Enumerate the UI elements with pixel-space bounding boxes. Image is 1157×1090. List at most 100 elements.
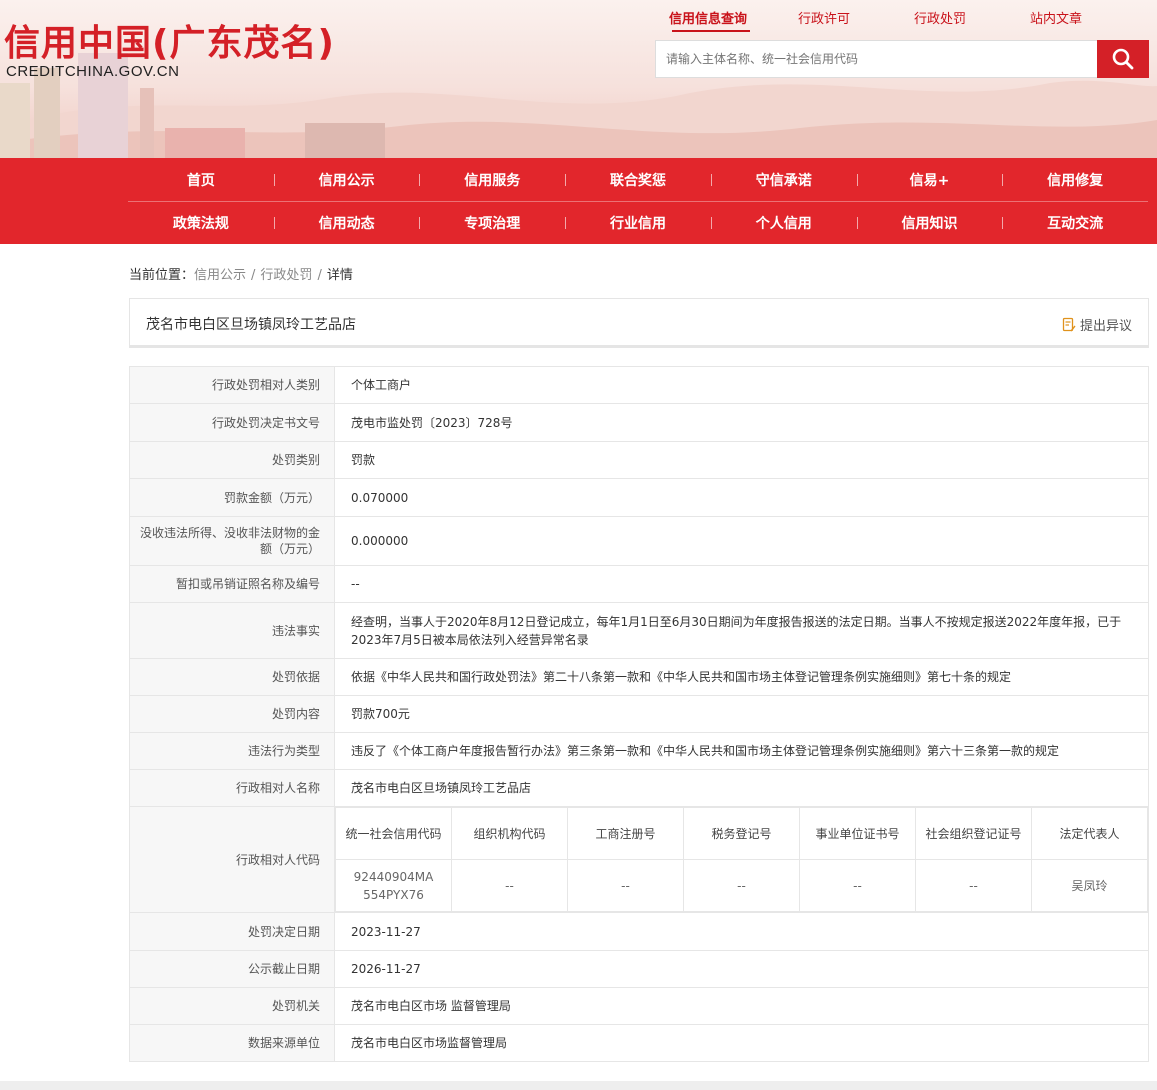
table-row: 数据来源单位 茂名市电白区市场监督管理局	[129, 1024, 1149, 1062]
record-title: 茂名市电白区旦场镇凤玲工艺品店	[146, 317, 356, 333]
field-label: 违法事实	[129, 602, 335, 659]
codes-value-cell: --	[799, 859, 916, 912]
field-value: 0.070000	[334, 478, 1149, 517]
main-nav-row-1: 首页 信用公示 信用服务 联合奖惩 守信承诺 信易+ 信用修复	[128, 158, 1148, 201]
table-row: 处罚机关 茂名市电白区市场 监督管理局	[129, 987, 1149, 1025]
site-logo-domain: CREDITCHINA.GOV.CN	[6, 63, 180, 80]
nav-item-credit-repair[interactable]: 信用修复	[1002, 158, 1148, 201]
top-nav-admin-penalty[interactable]: 行政处罚	[882, 8, 998, 27]
field-value: 2026-11-27	[334, 950, 1149, 988]
top-nav: 信用信息查询 行政许可 行政处罚 站内文章	[650, 8, 1114, 27]
nav-item-credit-publicity[interactable]: 信用公示	[273, 158, 420, 201]
codes-header-cell: 社会组织登记证号	[915, 807, 1032, 860]
breadcrumb-credit-publicity[interactable]: 信用公示	[194, 268, 246, 283]
field-value: 2023-11-27	[334, 912, 1149, 951]
field-value: 茂名市电白区市场 监督管理局	[334, 987, 1149, 1025]
top-nav-credit-query[interactable]: 信用信息查询	[650, 8, 766, 27]
codes-header-row: 统一社会信用代码 组织机构代码 工商注册号 税务登记号 事业单位证书号 社会组织…	[335, 807, 1148, 860]
search-icon	[1112, 48, 1134, 70]
codes-value-cell: --	[683, 859, 800, 912]
field-value: 茂名市电白区市场监督管理局	[334, 1024, 1149, 1062]
objection-icon	[1062, 317, 1076, 332]
field-label: 没收违法所得、没收非法财物的金额（万元）	[129, 516, 335, 566]
nav-item-policy[interactable]: 政策法规	[128, 201, 274, 244]
nav-item-credit-service[interactable]: 信用服务	[419, 158, 565, 201]
header-banner: 信用中国(广东茂名) CREDITCHINA.GOV.CN 信用信息查询 行政许…	[0, 0, 1157, 158]
codes-value-cell: 吴凤玲	[1031, 859, 1148, 912]
table-row: 处罚依据 依据《中华人民共和国行政处罚法》第二十八条第一款和《中华人民共和国市场…	[129, 658, 1149, 696]
top-nav-admin-license[interactable]: 行政许可	[766, 8, 882, 27]
field-label: 公示截止日期	[129, 950, 335, 988]
top-nav-active-indicator	[672, 30, 750, 32]
field-value: 茂名市电白区旦场镇凤玲工艺品店	[334, 769, 1149, 807]
table-row: 行政处罚相对人类别 个体工商户	[129, 366, 1149, 404]
top-nav-site-articles[interactable]: 站内文章	[998, 8, 1114, 27]
main-nav-row-2: 政策法规 信用动态 专项治理 行业信用 个人信用 信用知识 互动交流	[128, 201, 1148, 244]
field-value: --	[334, 565, 1149, 603]
codes-header-cell: 税务登记号	[683, 807, 800, 860]
codes-value-row: 92440904MA554PYX76 -- -- -- -- -- 吴凤玲	[335, 859, 1148, 912]
table-row: 行政相对人名称 茂名市电白区旦场镇凤玲工艺品店	[129, 769, 1149, 807]
codes-header-cell: 统一社会信用代码	[335, 807, 452, 860]
field-value: 经查明，当事人于2020年8月12日登记成立，每年1月1日至6月30日期间为年度…	[334, 602, 1149, 659]
field-value: 0.000000	[334, 516, 1149, 566]
nav-item-special-governance[interactable]: 专项治理	[419, 201, 565, 244]
site-logo-title[interactable]: 信用中国(广东茂名)	[4, 14, 335, 66]
codes-header-cell: 工商注册号	[567, 807, 684, 860]
nav-item-interaction[interactable]: 互动交流	[1002, 201, 1148, 244]
codes-value-cell: --	[567, 859, 684, 912]
field-label: 数据来源单位	[129, 1024, 335, 1062]
field-label: 处罚决定日期	[129, 912, 335, 951]
nav-item-xinyi-plus[interactable]: 信易+	[856, 158, 1003, 201]
nav-item-credit-news[interactable]: 信用动态	[273, 201, 420, 244]
raise-objection-label: 提出异议	[1079, 319, 1132, 334]
breadcrumb: 当前位置：信用公示 / 行政处罚 / 详情	[129, 264, 353, 283]
search-button[interactable]	[1097, 40, 1149, 78]
codes-header-cell: 法定代表人	[1031, 807, 1148, 860]
codes-value-cell: --	[915, 859, 1032, 912]
nav-item-joint-rewards[interactable]: 联合奖惩	[565, 158, 711, 201]
breadcrumb-admin-penalty[interactable]: 行政处罚	[260, 268, 312, 283]
field-value: 依据《中华人民共和国行政处罚法》第二十八条第一款和《中华人民共和国市场主体登记管…	[334, 658, 1149, 696]
field-label: 行政处罚决定书文号	[129, 403, 335, 442]
raise-objection-button[interactable]: 提出异议	[1062, 315, 1132, 334]
table-row: 公示截止日期 2026-11-27	[129, 950, 1149, 988]
field-label: 行政相对人名称	[129, 769, 335, 807]
table-row: 违法行为类型 违反了《个体工商户年度报告暂行办法》第三条第一款和《中华人民共和国…	[129, 732, 1149, 770]
nav-item-industry-credit[interactable]: 行业信用	[565, 201, 711, 244]
nav-item-credit-knowledge[interactable]: 信用知识	[856, 201, 1003, 244]
entity-codes-cell: 统一社会信用代码 组织机构代码 工商注册号 税务登记号 事业单位证书号 社会组织…	[334, 806, 1149, 913]
table-row: 违法事实 经查明，当事人于2020年8月12日登记成立，每年1月1日至6月30日…	[129, 602, 1149, 659]
breadcrumb-current: 详情	[326, 268, 353, 283]
table-row: 处罚决定日期 2023-11-27	[129, 912, 1149, 951]
codes-header-cell: 组织机构代码	[451, 807, 568, 860]
field-value: 罚款700元	[334, 695, 1149, 733]
field-label: 罚款金额（万元）	[129, 478, 335, 517]
field-label: 违法行为类型	[129, 732, 335, 770]
field-label: 行政相对人代码	[129, 806, 335, 913]
field-value: 茂电市监处罚〔2023〕728号	[334, 403, 1149, 442]
table-row: 暂扣或吊销证照名称及编号 --	[129, 565, 1149, 603]
field-label: 暂扣或吊销证照名称及编号	[129, 565, 335, 603]
field-value: 违反了《个体工商户年度报告暂行办法》第三条第一款和《中华人民共和国市场主体登记管…	[334, 732, 1149, 770]
nav-item-credit-pledge[interactable]: 守信承诺	[710, 158, 857, 201]
nav-item-personal-credit[interactable]: 个人信用	[710, 201, 857, 244]
field-label: 处罚类别	[129, 441, 335, 479]
table-row: 罚款金额（万元） 0.070000	[129, 478, 1149, 517]
codes-value-cell: --	[451, 859, 568, 912]
search-input[interactable]	[655, 40, 1098, 78]
table-row: 处罚类别 罚款	[129, 441, 1149, 479]
field-value: 罚款	[334, 441, 1149, 479]
codes-value-cell: 92440904MA554PYX76	[335, 859, 452, 912]
field-label: 行政处罚相对人类别	[129, 366, 335, 404]
codes-header-cell: 事业单位证书号	[799, 807, 916, 860]
footer-strip	[0, 1081, 1157, 1090]
table-row: 处罚内容 罚款700元	[129, 695, 1149, 733]
penalty-detail-table: 行政处罚相对人类别 个体工商户 行政处罚决定书文号 茂电市监处罚〔2023〕72…	[129, 366, 1149, 1062]
nav-item-home[interactable]: 首页	[128, 158, 274, 201]
field-label: 处罚内容	[129, 695, 335, 733]
breadcrumb-separator: /	[317, 268, 322, 283]
table-row: 行政处罚决定书文号 茂电市监处罚〔2023〕728号	[129, 403, 1149, 442]
table-row: 没收违法所得、没收非法财物的金额（万元） 0.000000	[129, 516, 1149, 566]
entity-codes-table: 统一社会信用代码 组织机构代码 工商注册号 税务登记号 事业单位证书号 社会组织…	[335, 807, 1148, 912]
